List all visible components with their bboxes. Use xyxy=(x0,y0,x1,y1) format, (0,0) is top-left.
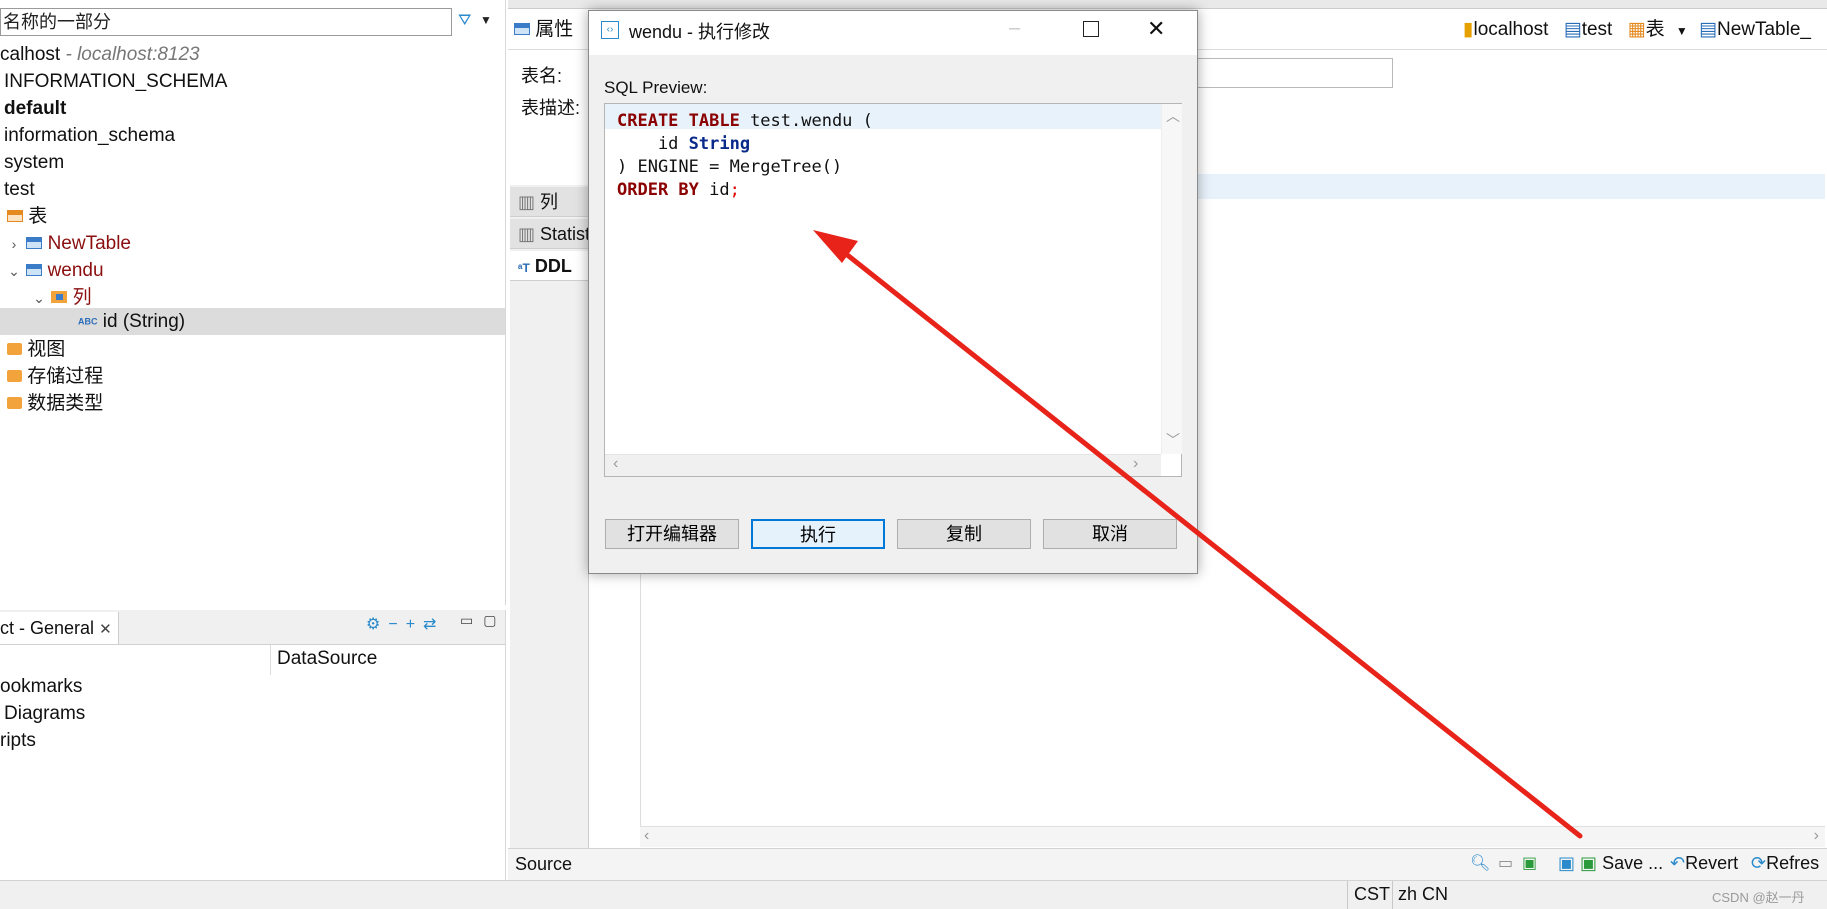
annotation-arrow-shaft xyxy=(833,243,1583,839)
annotation-arrow xyxy=(813,230,1583,839)
